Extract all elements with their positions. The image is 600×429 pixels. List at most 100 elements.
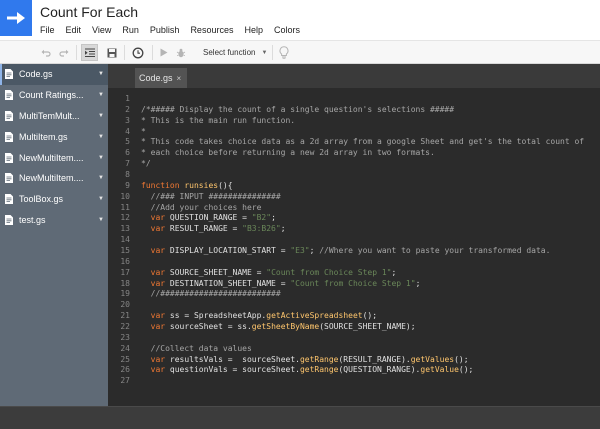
code-line[interactable]: 3 * This is the main run function.: [108, 116, 600, 127]
code-text: //Collect data values: [150, 343, 252, 353]
chevron-down-icon[interactable]: ▼: [94, 217, 108, 223]
document-icon: [5, 194, 13, 205]
code-line[interactable]: 17 var SOURCE_SHEET_NAME = "Count from C…: [108, 268, 600, 279]
indent-button[interactable]: [81, 44, 98, 61]
menu-view[interactable]: View: [90, 23, 113, 37]
sidebar-file-item[interactable]: NewMultiItem.... ▼: [0, 168, 108, 189]
chevron-down-icon: ▼: [261, 49, 268, 56]
code-text: * This code takes choice data as a 2d ar…: [141, 137, 585, 147]
code-line[interactable]: 7 */: [108, 159, 600, 170]
code-line[interactable]: 9 function runsies(){: [108, 181, 600, 192]
document-icon: [5, 69, 13, 80]
lightbulb-button[interactable]: [277, 44, 291, 61]
line-number: 8: [125, 170, 130, 180]
code-text: var SOURCE_SHEET_NAME = "Count from Choi…: [150, 267, 397, 277]
line-number: 3: [125, 115, 130, 125]
line-number: 12: [120, 213, 130, 223]
line-number: 22: [120, 322, 130, 332]
code-line[interactable]: 5 * This code takes choice data as a 2d a…: [108, 137, 600, 148]
menu-file[interactable]: File: [38, 23, 57, 37]
code-line[interactable]: 10 //### INPUT ###############: [108, 192, 600, 203]
line-number: 13: [120, 224, 130, 234]
line-number: 7: [125, 159, 130, 169]
undo-button[interactable]: [40, 44, 52, 61]
line-number: 18: [120, 278, 130, 288]
code-line[interactable]: 26 var questionVals = sourceSheet.getRan…: [108, 365, 600, 376]
menu-resources[interactable]: Resources: [188, 23, 235, 37]
code-text: function runsies(){: [141, 180, 233, 190]
tab-label: Code.gs: [139, 73, 173, 83]
document-icon: [5, 90, 13, 101]
line-number: 10: [120, 191, 130, 201]
line-number: 27: [120, 376, 130, 386]
debug-bug-icon: [176, 48, 186, 57]
sidebar-file-item[interactable]: Count Ratings... ▼: [0, 85, 108, 106]
line-number: 17: [120, 267, 130, 277]
file-name: test.gs: [19, 214, 46, 225]
apps-script-logo[interactable]: [0, 0, 32, 36]
document-icon: [5, 214, 13, 225]
code-line[interactable]: 12 var QUESTION_RANGE = "B2";: [108, 213, 600, 224]
code-area[interactable]: 1 2 /*##### Display the count of a single …: [108, 94, 600, 406]
code-line[interactable]: 21 var ss = SpreadsheetApp.getActiveSpre…: [108, 311, 600, 322]
function-select[interactable]: Select function ▼: [196, 44, 268, 61]
line-number: 21: [120, 311, 130, 321]
chevron-down-icon[interactable]: ▼: [94, 196, 108, 202]
code-line[interactable]: 1: [108, 94, 600, 105]
code-text: *: [141, 126, 146, 136]
chevron-down-icon[interactable]: ▼: [94, 175, 108, 181]
code-line[interactable]: 22 var sourceSheet = ss.getSheetByName(S…: [108, 322, 600, 333]
code-line[interactable]: 16: [108, 257, 600, 268]
document-icon: [5, 131, 13, 142]
code-line[interactable]: 19 //#########################: [108, 289, 600, 300]
tab-code-gs[interactable]: Code.gs ×: [135, 68, 188, 88]
chevron-down-icon[interactable]: ▼: [94, 92, 108, 98]
menu-help[interactable]: Help: [242, 23, 265, 37]
line-number: 6: [125, 148, 130, 158]
chevron-down-icon[interactable]: ▼: [94, 71, 108, 77]
sidebar-file-item[interactable]: ToolBox.gs ▼: [0, 189, 108, 210]
save-button[interactable]: [105, 44, 119, 61]
code-line[interactable]: 8: [108, 170, 600, 181]
close-icon[interactable]: ×: [177, 74, 182, 83]
code-line[interactable]: 20: [108, 300, 600, 311]
code-line[interactable]: 6 * each choice before returning a new 2d…: [108, 148, 600, 159]
code-line[interactable]: 25 var resultsVals = sourceSheet.getRang…: [108, 355, 600, 366]
code-line[interactable]: 18 var DESTINATION_SHEET_NAME = "Count f…: [108, 279, 600, 290]
line-number: 24: [120, 343, 130, 353]
save-icon: [107, 48, 117, 57]
run-button[interactable]: [158, 44, 170, 61]
code-line[interactable]: 24 //Collect data values: [108, 344, 600, 355]
code-line[interactable]: 2 /*##### Display the count of a single q…: [108, 105, 600, 116]
redo-button[interactable]: [58, 44, 70, 61]
code-line[interactable]: 13 var RESULT_RANGE = "B3:B26";: [108, 224, 600, 235]
toolbar-divider: [152, 45, 153, 60]
code-line[interactable]: 11 //Add your choices here: [108, 203, 600, 214]
code-line[interactable]: 4 *: [108, 127, 600, 138]
line-number: 16: [120, 256, 130, 266]
code-line[interactable]: 23: [108, 333, 600, 344]
project-title[interactable]: Count For Each: [40, 4, 138, 20]
sidebar-file-item[interactable]: Code.gs ▼: [0, 64, 108, 85]
sidebar-file-item[interactable]: test.gs ▼: [0, 210, 108, 231]
debug-button[interactable]: [175, 44, 187, 61]
sidebar-file-item[interactable]: NewMultiItem.... ▼: [0, 147, 108, 168]
menu-run[interactable]: Run: [120, 23, 141, 37]
triggers-button[interactable]: [130, 44, 146, 61]
menu-edit[interactable]: Edit: [64, 23, 84, 37]
sidebar-file-item[interactable]: MultiTemMult... ▼: [0, 106, 108, 127]
document-icon: [5, 173, 13, 184]
code-line[interactable]: 27: [108, 376, 600, 387]
code-text: var QUESTION_RANGE = "B2";: [150, 213, 276, 223]
document-icon: [5, 152, 13, 163]
menu-publish[interactable]: Publish: [148, 23, 182, 37]
line-number: 25: [120, 354, 130, 364]
chevron-down-icon[interactable]: ▼: [94, 113, 108, 119]
chevron-down-icon[interactable]: ▼: [94, 155, 108, 161]
menu-colors[interactable]: Colors: [272, 23, 302, 37]
chevron-down-icon[interactable]: ▼: [94, 134, 108, 140]
code-text: /*##### Display the count of a single qu…: [141, 104, 455, 114]
code-line[interactable]: 15 var DISPLAY_LOCATION_START = "E3"; //…: [108, 246, 600, 257]
sidebar-file-item[interactable]: MultiItem.gs ▼: [0, 126, 108, 147]
code-line[interactable]: 14: [108, 235, 600, 246]
